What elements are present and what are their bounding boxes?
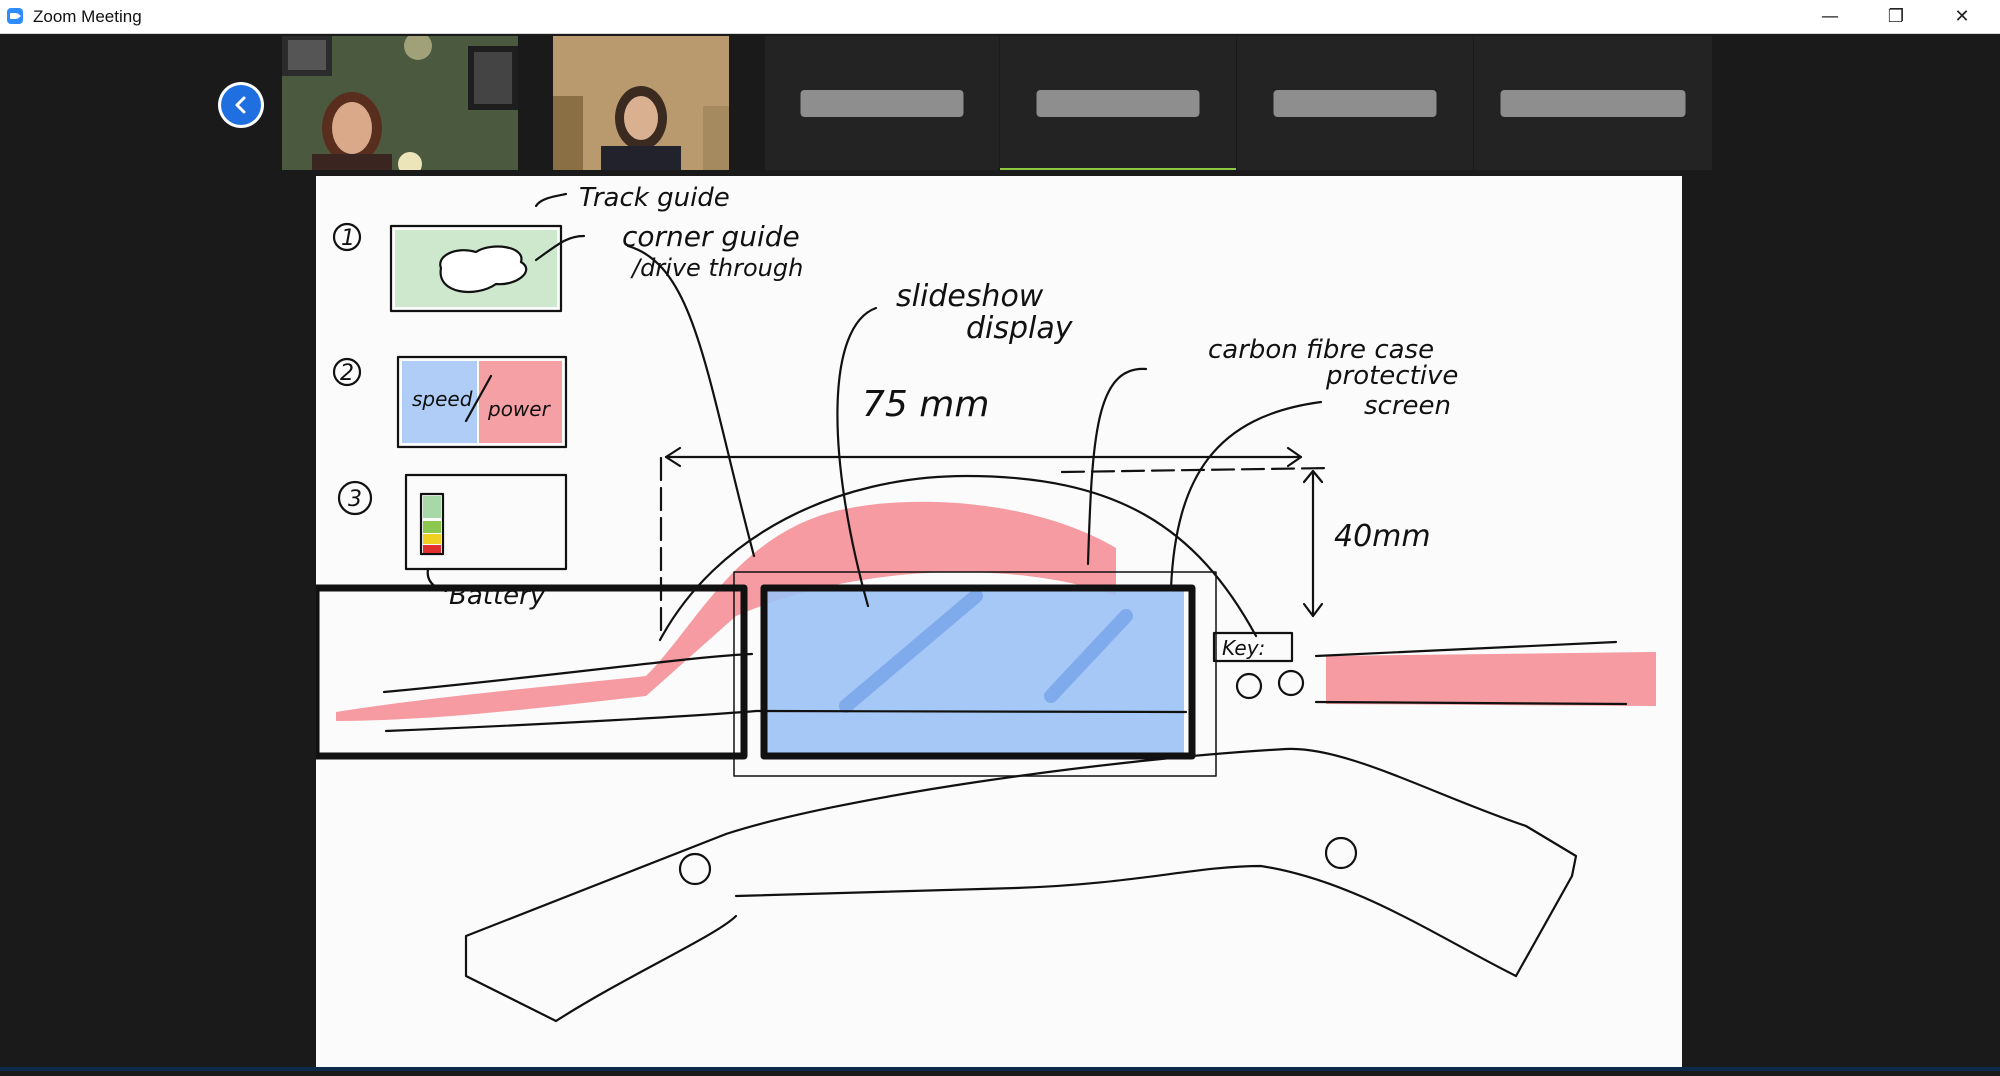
- active-speaker-indicator: [1000, 168, 1236, 170]
- lower-band-mid: [734, 864, 1518, 978]
- title-bar: Zoom Meeting — ❐ ✕: [0, 0, 2000, 34]
- participant-gallery: [0, 34, 2000, 174]
- taskbar-edge: [0, 1067, 2000, 1071]
- height-dimension-label: 40mm: [1334, 519, 1431, 554]
- key-label: Key:: [1222, 636, 1265, 660]
- width-dimension-label: 75 mm: [862, 384, 989, 425]
- participant-name-bar: [1273, 90, 1437, 117]
- drive-through-label: /drive through: [630, 254, 803, 282]
- participant-video-feed: [553, 36, 729, 170]
- corner-guide-leader: [626, 244, 756, 558]
- left-arrow-button-icon: [678, 852, 712, 886]
- lower-band-left-bottom: [554, 914, 738, 1023]
- whiteboard-sketch: Track guide 1 2 3 corner guide /drive th…: [312, 183, 1656, 1023]
- participant-tile[interactable]: [1237, 36, 1473, 170]
- zoom-camera-icon: [7, 8, 23, 24]
- item-3-label: 3: [348, 487, 362, 512]
- right-arrow-button-icon: [1235, 672, 1263, 700]
- close-icon: ✕: [1954, 6, 1970, 27]
- chevron-left-icon: [221, 85, 261, 125]
- item-2-label: 2: [340, 361, 354, 386]
- right-arrow-button-icon: [1324, 836, 1358, 870]
- participant-video-feed: [282, 36, 518, 170]
- lower-band-left-end: [464, 832, 728, 1023]
- participant-tile-active-speaker[interactable]: [1000, 36, 1236, 170]
- display-label: display: [966, 311, 1074, 346]
- screen-label: screen: [1364, 391, 1451, 421]
- participant-name-bar: [800, 90, 964, 117]
- minimize-button[interactable]: —: [1797, 0, 1863, 33]
- window-title: Zoom Meeting: [33, 7, 142, 26]
- lower-band-right-end: [1514, 824, 1578, 978]
- item-1-label: 1: [341, 226, 355, 251]
- shared-screen: Track guide 1 2 3 corner guide /drive th…: [312, 176, 1682, 1071]
- slideshow-label: slideshow: [896, 279, 1044, 314]
- track-guide-label: Track guide: [579, 183, 730, 213]
- protective-label: protective: [1325, 361, 1458, 391]
- right-band-red-highlight: [1326, 652, 1656, 706]
- previous-page-button[interactable]: [218, 82, 264, 128]
- corner-guide-label: corner guide: [622, 220, 800, 253]
- participant-tile[interactable]: [765, 36, 999, 170]
- band-bottom-line-center: [754, 709, 1188, 714]
- screen-frame: [312, 584, 748, 760]
- restore-button[interactable]: ❐: [1863, 0, 1929, 33]
- power-label: power: [487, 397, 552, 421]
- lower-band-top: [724, 747, 1528, 836]
- participant-name-bar: [1036, 90, 1200, 117]
- battery-label: Battery: [449, 581, 546, 611]
- height-extension-top: [1060, 466, 1332, 474]
- participant-video-tile[interactable]: [282, 36, 518, 170]
- up-arrow-button-icon: [1277, 669, 1305, 697]
- participant-tile[interactable]: [1474, 36, 1712, 170]
- protective-screen-leader: [1169, 400, 1323, 590]
- carbon-fibre-leader: [1086, 367, 1148, 566]
- participant-name-bar: [1500, 90, 1686, 117]
- speed-label: speed: [412, 387, 473, 411]
- participant-video-tile[interactable]: [553, 36, 729, 170]
- minimize-icon: —: [1821, 6, 1839, 27]
- restore-icon: ❐: [1887, 6, 1905, 27]
- track-guide-top-leader: [534, 192, 568, 208]
- close-button[interactable]: ✕: [1929, 0, 1995, 33]
